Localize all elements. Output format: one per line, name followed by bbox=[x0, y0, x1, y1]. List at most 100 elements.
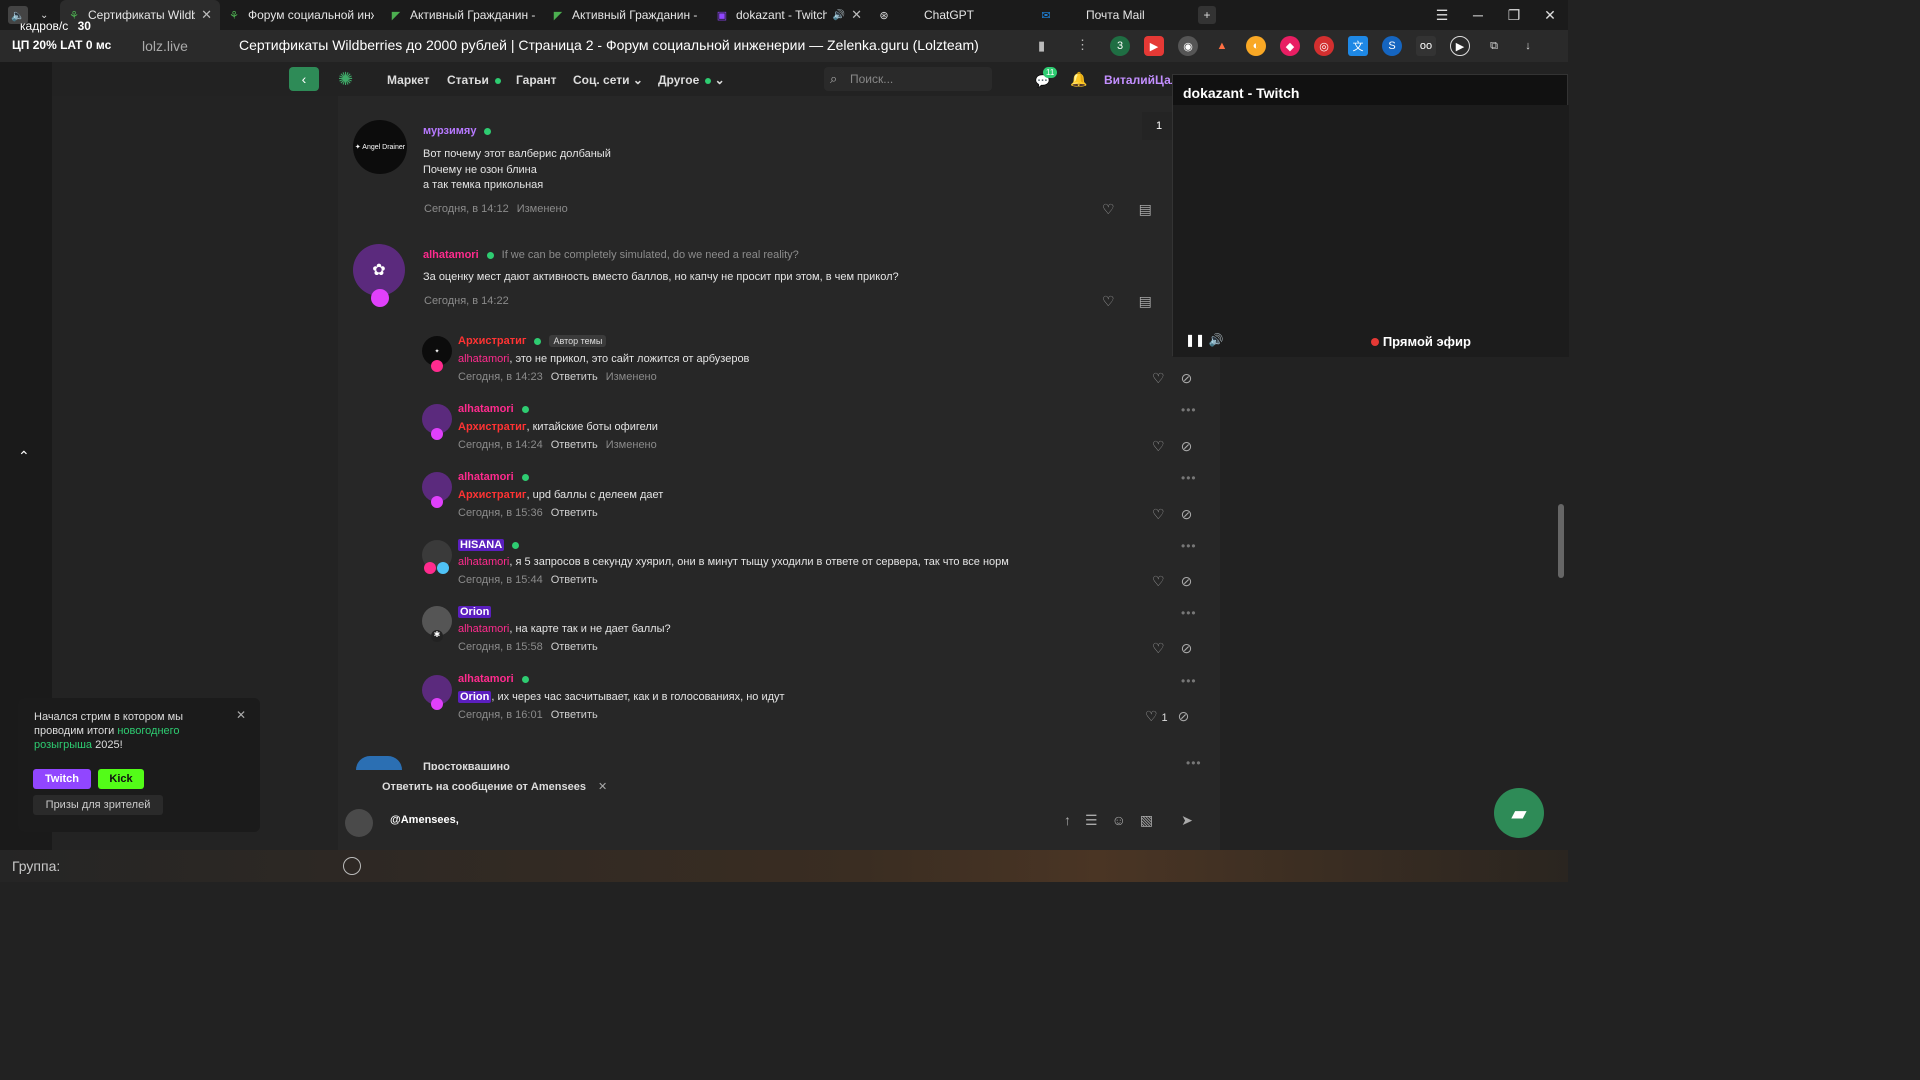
heart-icon[interactable]: ♡ 1 bbox=[1145, 708, 1168, 725]
message-input[interactable]: @Amensees, bbox=[390, 814, 459, 826]
post-time[interactable]: Сегодня, в 14:12 bbox=[424, 203, 509, 215]
address-title[interactable]: Сертификаты Wildberries до 2000 рублей |… bbox=[239, 37, 979, 53]
close-icon[interactable]: ✕ bbox=[236, 708, 246, 722]
comment-username[interactable]: alhatamori bbox=[458, 673, 514, 685]
more-icon[interactable]: ••• bbox=[1181, 403, 1197, 417]
reply-link[interactable]: Ответить bbox=[551, 709, 598, 721]
post-time[interactable]: Сегодня, в 14:22 bbox=[424, 295, 509, 307]
pause-icon[interactable]: ❚❚ bbox=[1185, 333, 1205, 347]
more-icon[interactable]: ••• bbox=[1186, 756, 1202, 770]
download-icon[interactable]: ↓ bbox=[1518, 36, 1538, 56]
comment-time[interactable]: Сегодня, в 14:23 bbox=[458, 371, 543, 383]
new-tab-button[interactable]: + bbox=[1198, 6, 1216, 24]
emoji-icon[interactable]: ☺ bbox=[1112, 812, 1126, 829]
close-icon[interactable]: ✕ bbox=[598, 781, 607, 793]
hide-icon[interactable]: ⊘ bbox=[1181, 506, 1193, 523]
more-icon[interactable]: ••• bbox=[1181, 539, 1197, 553]
prizes-button[interactable]: Призы для зрителей bbox=[33, 795, 163, 815]
hide-icon[interactable]: ⊘ bbox=[1181, 573, 1193, 590]
more-icon[interactable]: ••• bbox=[1181, 606, 1197, 620]
comment-time[interactable]: Сегодня, в 15:44 bbox=[458, 574, 543, 586]
image-icon[interactable]: ▧ bbox=[1140, 812, 1153, 829]
send-icon[interactable]: ➤ bbox=[1181, 812, 1193, 829]
search-input[interactable]: ⌕ Поиск... bbox=[824, 67, 992, 91]
comment-icon[interactable]: ▤ bbox=[1139, 293, 1152, 310]
more-icon[interactable]: ••• bbox=[1181, 471, 1197, 485]
tab-ag-2[interactable]: ◤ Активный Гражданин - п bbox=[544, 0, 708, 30]
glasses-icon[interactable]: oo bbox=[1416, 36, 1436, 56]
post-username[interactable]: мурзимяу bbox=[423, 125, 476, 137]
twitch-button[interactable]: Twitch bbox=[33, 769, 91, 789]
url-domain[interactable]: lolz.live bbox=[142, 38, 188, 54]
mention-link[interactable]: Orion bbox=[458, 691, 492, 703]
kick-button[interactable]: Kick bbox=[98, 769, 144, 789]
mention-link[interactable]: alhatamori bbox=[458, 353, 509, 365]
reply-link[interactable]: Ответить bbox=[551, 507, 598, 519]
reply-link[interactable]: Ответить bbox=[551, 439, 598, 451]
comment-username[interactable]: Архистратиг bbox=[458, 335, 526, 347]
hide-icon[interactable]: ⊘ bbox=[1181, 370, 1193, 387]
play-circle-icon[interactable]: ▶ bbox=[1450, 36, 1470, 56]
menu-icon[interactable]: ☰ bbox=[1424, 7, 1460, 24]
youtube-icon[interactable]: ▶ bbox=[1144, 36, 1164, 56]
volume-icon[interactable]: 🔊 bbox=[1208, 333, 1223, 347]
hide-icon[interactable]: ⊘ bbox=[1178, 708, 1190, 725]
close-icon[interactable]: ✕ bbox=[851, 7, 862, 23]
reply-link[interactable]: Ответить bbox=[551, 371, 598, 383]
vpn-icon[interactable]: ◉ bbox=[1178, 36, 1198, 56]
translate-icon[interactable]: 文 bbox=[1348, 36, 1368, 56]
avatar[interactable]: ✦ Angel Drainer bbox=[353, 120, 407, 174]
scroll-top-icon[interactable]: ⌃ bbox=[18, 448, 30, 465]
nav-articles[interactable]: Статьи bbox=[447, 73, 501, 87]
puzzle-icon[interactable]: ⧉ bbox=[1484, 36, 1504, 56]
post-username[interactable]: alhatamori bbox=[423, 249, 479, 261]
comment-time[interactable]: Сегодня, в 15:36 bbox=[458, 507, 543, 519]
comment-username[interactable]: alhatamori bbox=[458, 471, 514, 483]
back-button[interactable]: ‹ bbox=[289, 67, 319, 91]
nav-social[interactable]: Соц. сети ⌄ bbox=[573, 73, 643, 87]
tab-chatgpt[interactable]: ⊛ ChatGPT bbox=[870, 0, 1032, 30]
current-user[interactable]: ВиталийЦал bbox=[1104, 73, 1178, 87]
heart-icon[interactable]: ♡ bbox=[1152, 640, 1165, 657]
heart-icon[interactable]: ♡ bbox=[1102, 201, 1115, 218]
mention-link[interactable]: alhatamori bbox=[458, 556, 509, 568]
heart-icon[interactable]: ♡ bbox=[1102, 293, 1115, 310]
scrollbar[interactable] bbox=[1558, 504, 1564, 578]
page-jump[interactable]: 1 bbox=[1142, 112, 1176, 140]
comment-time[interactable]: Сегодня, в 14:24 bbox=[458, 439, 543, 451]
nav-other[interactable]: Другое ⌄ bbox=[658, 73, 725, 87]
minimize-icon[interactable]: ─ bbox=[1460, 7, 1496, 23]
tab-forum[interactable]: ⚘ Форум социальной инже bbox=[220, 0, 382, 30]
restore-icon[interactable]: ❐ bbox=[1496, 7, 1532, 24]
comment-time[interactable]: Сегодня, в 15:58 bbox=[458, 641, 543, 653]
mention-link[interactable]: Архистратиг bbox=[458, 489, 526, 501]
shazam-icon[interactable]: S bbox=[1382, 36, 1402, 56]
nav-market[interactable]: Маркет bbox=[387, 73, 430, 87]
heart-icon[interactable]: ♡ bbox=[1152, 506, 1165, 523]
post-username[interactable]: Простоквашино bbox=[423, 761, 510, 770]
colorful-extension-icon[interactable]: ◆ bbox=[1280, 36, 1300, 56]
reply-link[interactable]: Ответить bbox=[551, 641, 598, 653]
shield-extension-icon[interactable]: 3 bbox=[1110, 36, 1130, 56]
more-vertical-icon[interactable]: ⋮ bbox=[1076, 37, 1089, 53]
record-icon[interactable] bbox=[343, 857, 361, 875]
tab-twitch[interactable]: ▣ dokazant - Twitch 🔊 ✕ bbox=[708, 0, 870, 30]
tab-mail[interactable]: ✉ Почта Mail bbox=[1032, 0, 1192, 30]
heart-icon[interactable]: ♡ bbox=[1152, 573, 1165, 590]
more-icon[interactable]: ••• bbox=[1181, 674, 1197, 688]
message-composer[interactable]: @Amensees, ↑ ☰ ☺ ▧ ➤ bbox=[338, 803, 1220, 841]
picture-in-picture[interactable]: dokazant - Twitch ❚❚ 🔊 Прямой эфир bbox=[1172, 74, 1569, 357]
fire-icon[interactable]: ▲ bbox=[1212, 36, 1232, 56]
arrow-up-icon[interactable]: ↑ bbox=[1064, 812, 1071, 829]
nav-guarantor[interactable]: Гарант bbox=[516, 73, 556, 87]
coin-icon[interactable]: ◐ bbox=[1246, 36, 1266, 56]
comment-time[interactable]: Сегодня, в 16:01 bbox=[458, 709, 543, 721]
audio-icon[interactable]: 🔊 bbox=[833, 10, 845, 21]
comment-username[interactable]: HISANA bbox=[458, 539, 505, 551]
mention-link[interactable]: alhatamori bbox=[458, 623, 509, 635]
chat-button[interactable]: ▰ bbox=[1494, 788, 1544, 838]
close-icon[interactable]: ✕ bbox=[201, 7, 212, 23]
bell-icon[interactable]: 🔔 bbox=[1070, 71, 1087, 88]
site-logo-icon[interactable]: ✺ bbox=[338, 69, 368, 89]
close-window-icon[interactable]: ✕ bbox=[1532, 7, 1568, 24]
